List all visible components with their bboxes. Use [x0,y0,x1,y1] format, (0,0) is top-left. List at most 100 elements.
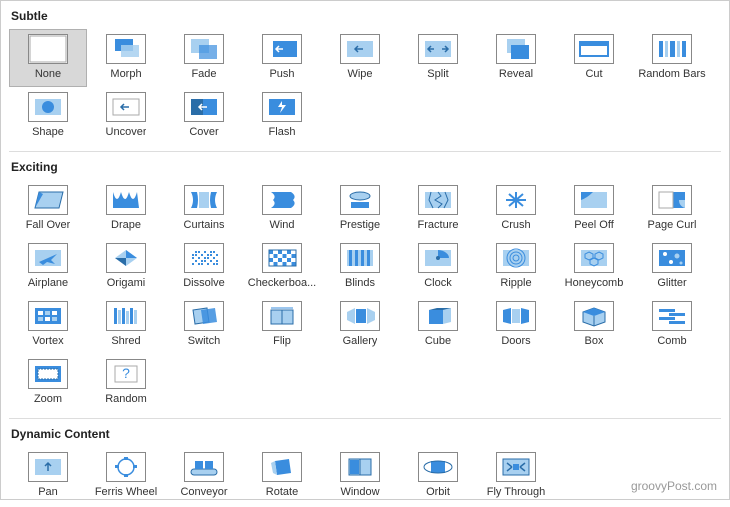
transition-honeycomb[interactable]: Honeycomb [555,238,633,296]
transition-fracture[interactable]: Fracture [399,180,477,238]
transition-label: Conveyor [180,486,227,498]
section-exciting: ExcitingFall OverDrapeCurtainsWindPresti… [1,152,729,414]
cube-icon [418,301,458,331]
switch-icon [184,301,224,331]
transition-label: Fracture [418,219,459,231]
transition-label: Wind [269,219,294,231]
ripple-icon [496,243,536,273]
transition-label: Ferris Wheel [95,486,157,498]
transition-label: None [35,68,61,80]
transition-label: Checkerboa... [248,277,316,289]
transition-label: Fall Over [26,219,71,231]
transition-label: Drape [111,219,141,231]
transition-split[interactable]: Split [399,29,477,87]
transition-none[interactable]: None [9,29,87,87]
transition-clock[interactable]: Clock [399,238,477,296]
pan-icon [28,452,68,482]
transition-ferris[interactable]: Ferris Wheel [87,447,165,505]
orbit-icon [418,452,458,482]
transition-ripple[interactable]: Ripple [477,238,555,296]
none-icon [28,34,68,64]
transition-label: Page Curl [648,219,697,231]
transition-drape[interactable]: Drape [87,180,165,238]
section-dynamic-content: Dynamic ContentPanFerris WheelConveyorRo… [1,419,729,507]
transition-airplane[interactable]: Airplane [9,238,87,296]
transition-shred[interactable]: Shred [87,296,165,354]
transition-conveyor[interactable]: Conveyor [165,447,243,505]
transition-box[interactable]: Box [555,296,633,354]
transition-label: Shape [32,126,64,138]
transition-origami[interactable]: Origami [87,238,165,296]
randombars-icon [652,34,692,64]
transition-wind[interactable]: Wind [243,180,321,238]
transition-label: Rotate [266,486,298,498]
transition-pan[interactable]: Pan [9,447,87,505]
checker-icon [262,243,302,273]
transition-checker[interactable]: Checkerboa... [243,238,321,296]
shape-icon [28,92,68,122]
transition-grid: Fall Over Drape Curtains Wind Prestige Fractu… [9,178,721,414]
watermark: groovyPost.com [631,479,717,493]
transition-vortex[interactable]: Vortex [9,296,87,354]
transition-fallover[interactable]: Fall Over [9,180,87,238]
transition-comb[interactable]: Comb [633,296,711,354]
gallery-icon [340,301,380,331]
transition-curtains[interactable]: Curtains [165,180,243,238]
transition-switch[interactable]: Switch [165,296,243,354]
transition-window[interactable]: Window [321,447,399,505]
transition-gallery[interactable]: Gallery [321,296,399,354]
transition-push[interactable]: Push [243,29,321,87]
rotate-icon [262,452,302,482]
transition-flythrough[interactable]: Fly Through [477,447,555,505]
transition-label: Flash [269,126,296,138]
transition-cube[interactable]: Cube [399,296,477,354]
transition-dissolve[interactable]: Dissolve [165,238,243,296]
section-title: Subtle [9,5,721,27]
transition-doors[interactable]: Doors [477,296,555,354]
transition-shape[interactable]: Shape [9,87,87,145]
flythrough-icon [496,452,536,482]
transition-label: Cover [189,126,218,138]
transition-reveal[interactable]: Reveal [477,29,555,87]
fracture-icon [418,185,458,215]
transition-glitter[interactable]: Glitter [633,238,711,296]
transition-label: Flip [273,335,291,347]
push-icon [262,34,302,64]
transition-random[interactable]: ?Random [87,354,165,412]
transition-morph[interactable]: Morph [87,29,165,87]
transition-rotate[interactable]: Rotate [243,447,321,505]
transition-cut[interactable]: Cut [555,29,633,87]
shred-icon [106,301,146,331]
transition-uncover[interactable]: Uncover [87,87,165,145]
transition-label: Vortex [32,335,63,347]
transition-label: Zoom [34,393,62,405]
transition-zoom[interactable]: Zoom [9,354,87,412]
wind-icon [262,185,302,215]
peeloff-icon [574,185,614,215]
transition-label: Morph [110,68,141,80]
transition-flash[interactable]: Flash [243,87,321,145]
transition-flip[interactable]: Flip [243,296,321,354]
uncover-icon [106,92,146,122]
transition-crush[interactable]: Crush [477,180,555,238]
wipe-icon [340,34,380,64]
window-icon [340,452,380,482]
transition-label: Box [585,335,604,347]
cover-icon [184,92,224,122]
transition-cover[interactable]: Cover [165,87,243,145]
transition-randombars[interactable]: Random Bars [633,29,711,87]
split-icon [418,34,458,64]
honeycomb-icon [574,243,614,273]
transition-fade[interactable]: Fade [165,29,243,87]
transition-wipe[interactable]: Wipe [321,29,399,87]
transition-peeloff[interactable]: Peel Off [555,180,633,238]
transition-label: Clock [424,277,452,289]
random-icon: ? [106,359,146,389]
reveal-icon [496,34,536,64]
transition-orbit[interactable]: Orbit [399,447,477,505]
transition-label: Glitter [657,277,686,289]
transition-blinds[interactable]: Blinds [321,238,399,296]
ferris-icon [106,452,146,482]
transition-prestige[interactable]: Prestige [321,180,399,238]
transition-pagecurl[interactable]: Page Curl [633,180,711,238]
